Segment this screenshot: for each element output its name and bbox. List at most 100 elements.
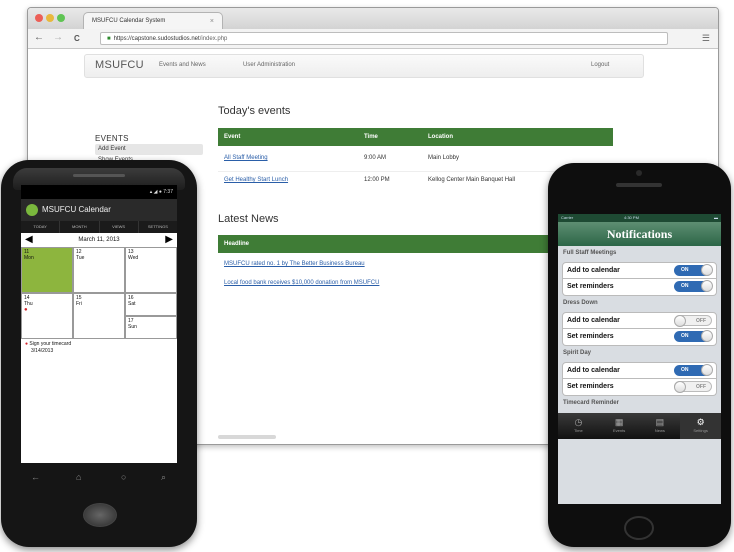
tab-month[interactable]: MONTH [60, 221, 100, 233]
signal-icon: ▴ ◢ ● [149, 189, 164, 195]
close-tab-icon[interactable]: × [210, 13, 214, 30]
android-app-title: MSUFCU Calendar [42, 205, 111, 214]
logout-link[interactable]: Logout [591, 62, 609, 68]
reload-icon[interactable]: C [74, 33, 80, 45]
android-speaker [73, 174, 125, 177]
setting-label: Add to calendar [567, 317, 620, 324]
ios-tab-events[interactable]: ▦ Events [599, 413, 640, 439]
browser-toolbar: ← → C ■ https://capstone.sudostudios.net/… [28, 29, 718, 49]
setting-label: Set reminders [567, 333, 614, 340]
battery-icon: ▬ [714, 215, 718, 220]
browser-tab-strip: MSUFCU Calendar System × [28, 8, 718, 30]
day-cell-13[interactable]: 13 Wed [125, 247, 177, 293]
nav-user-administration[interactable]: User Administration [243, 62, 295, 68]
forward-arrow-icon[interactable]: → [53, 32, 63, 44]
section-title-full-staff: Full Staff Meetings [563, 250, 617, 256]
sidebar-item-add-event[interactable]: Add Event [95, 144, 203, 155]
setting-row-set-reminders: Set reminders ON [562, 279, 717, 296]
day-cell-11[interactable]: 11 Mon [21, 247, 73, 293]
close-window-icon[interactable] [35, 14, 43, 22]
section-title-timecard: Timecard Reminder [563, 400, 619, 406]
event-location: Kellog Center Main Banquet Hall [428, 177, 516, 183]
ios-tab-news[interactable]: ▤ News [640, 413, 681, 439]
minimize-window-icon[interactable] [46, 14, 54, 22]
tab-views[interactable]: VIEWS [100, 221, 139, 233]
day-name: Fri [76, 301, 82, 307]
clock-icon: ◷ [574, 417, 583, 427]
back-arrow-icon[interactable]: ← [34, 32, 44, 44]
android-action-bar: MSUFCU Calendar [21, 199, 177, 221]
camera-icon [636, 170, 642, 176]
site-brand[interactable]: MSUFCU [95, 59, 144, 71]
toggle-switch[interactable]: OFF [674, 381, 712, 393]
prev-week-icon[interactable]: ◀ [25, 235, 33, 245]
ios-carrier: Carrier [561, 215, 574, 220]
day-cell-17[interactable]: 17 Sun [125, 316, 177, 339]
setting-row-set-reminders: Set reminders ON [562, 329, 717, 346]
setting-row-add-calendar: Add to calendar ON [562, 362, 717, 379]
address-bar[interactable]: ■ https://capstone.sudostudios.net/index.… [100, 32, 668, 45]
events-table-header: Event Time Location [218, 128, 613, 146]
next-week-icon[interactable]: ▶ [165, 235, 173, 245]
toggle-switch[interactable]: OFF [674, 315, 712, 327]
toggle-knob [674, 315, 686, 327]
tab-today[interactable]: TODAY [21, 221, 61, 233]
iphone-home-button[interactable] [624, 516, 654, 540]
event-link[interactable]: Get Healthy Start Lunch [224, 174, 288, 186]
menu-icon[interactable]: ☰ [702, 33, 710, 44]
ios-nav-bar: Notifications [558, 222, 721, 246]
section-title-dress-down: Dress Down [563, 300, 598, 306]
sidebar-heading: EVENTS [95, 134, 129, 143]
recents-key-icon[interactable]: ○ [121, 472, 126, 482]
day-cell-16[interactable]: 16 Sat [125, 293, 177, 316]
news-icon: ▤ [655, 417, 665, 427]
setting-row-add-calendar: Add to calendar ON [562, 262, 717, 279]
search-key-icon[interactable]: ⌕ [161, 472, 166, 483]
ios-tab-time[interactable]: ◷ Time [558, 413, 599, 439]
android-event-item[interactable]: ● Sign your timecard 3/14/2013 [21, 339, 177, 405]
day-name: Tue [76, 255, 85, 261]
day-name: Mon [24, 255, 34, 261]
horizontal-scrollbar[interactable] [218, 435, 276, 439]
iphone: Carrier 4:30 PM ▬ Notifications Full Sta… [548, 163, 731, 547]
android-date-bar: ◀ March 11, 2013 ▶ [21, 233, 177, 248]
section-title-spirit-day: Spirit Day [563, 350, 592, 356]
android-status-time: 7:37 [163, 189, 173, 195]
toggle-switch[interactable]: ON [674, 364, 713, 376]
col-event: Event [224, 134, 241, 140]
toggle-knob [701, 330, 713, 342]
toggle-switch[interactable]: ON [674, 330, 713, 342]
toggle-switch[interactable]: ON [674, 280, 713, 292]
event-dot-icon: ● [24, 307, 28, 313]
table-row: All Staff Meeting 9:00 AM Main Lobby [218, 152, 613, 164]
zoom-window-icon[interactable] [57, 14, 65, 22]
nav-events-and-news[interactable]: Events and News [159, 62, 206, 68]
event-link[interactable]: All Staff Meeting [224, 152, 268, 164]
gear-icon: ⚙ [696, 417, 705, 427]
android-nav-keys: ← ⌂ ○ ⌕ [19, 472, 179, 486]
toggle-switch[interactable]: ON [674, 264, 713, 276]
setting-row-add-calendar: Add to calendar OFF [562, 312, 717, 329]
iphone-speaker [616, 183, 662, 187]
home-key-icon[interactable]: ⌂ [76, 472, 81, 482]
ios-tab-settings[interactable]: ⚙ Settings [680, 413, 721, 439]
tab-settings[interactable]: SETTINGS [139, 221, 177, 233]
setting-row-set-reminders: Set reminders OFF [562, 379, 717, 396]
android-trackball[interactable] [83, 503, 117, 527]
android-tab-bar: TODAY MONTH VIEWS SETTINGS [21, 221, 177, 233]
ios-status-bar: Carrier 4:30 PM ▬ [558, 214, 721, 222]
col-location: Location [428, 134, 453, 140]
android-app-icon [26, 204, 38, 216]
toggle-knob [701, 264, 713, 276]
day-cell-14[interactable]: 14 Thu ● [21, 293, 73, 339]
day-cell-15[interactable]: 15 Fri [73, 293, 125, 339]
news-link[interactable]: Local food bank receives $10,000 donatio… [224, 277, 379, 289]
browser-tab[interactable]: MSUFCU Calendar System × [83, 12, 223, 29]
news-link[interactable]: MSUFCU rated no. 1 by The Better Busines… [224, 258, 365, 270]
event-time: 9:00 AM [364, 155, 387, 161]
ios-tab-bar: ◷ Time ▦ Events ▤ News ⚙ Settings [558, 413, 721, 439]
url-host: https://capstone.sudostudios.net [113, 36, 200, 42]
iphone-screen: Carrier 4:30 PM ▬ Notifications Full Sta… [558, 214, 721, 504]
day-cell-12[interactable]: 12 Tue [73, 247, 125, 293]
back-key-icon[interactable]: ← [31, 472, 40, 482]
